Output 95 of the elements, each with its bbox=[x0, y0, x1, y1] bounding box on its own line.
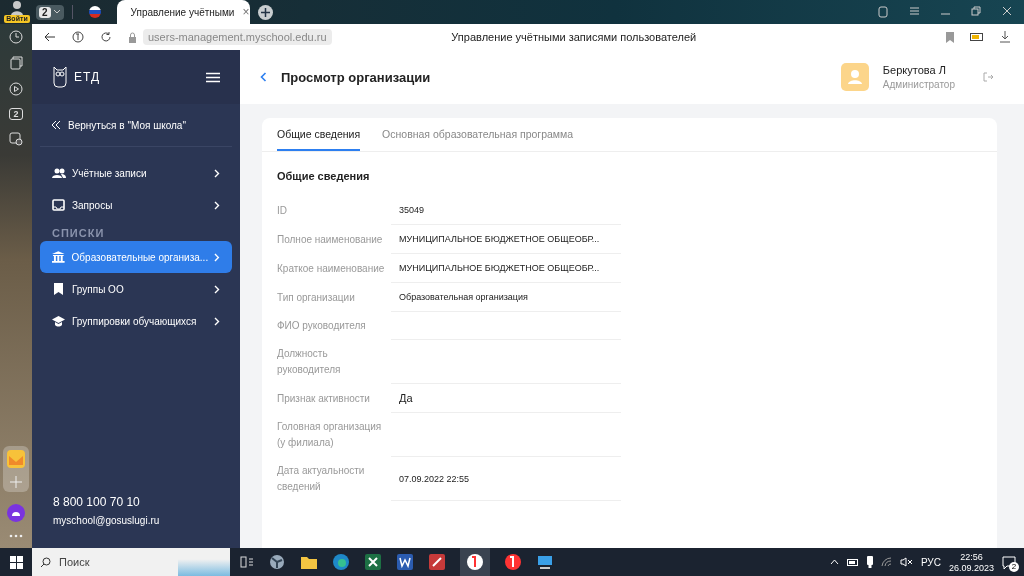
collections-icon[interactable] bbox=[878, 6, 889, 18]
search-icon bbox=[40, 556, 51, 568]
clock-date: 26.09.2023 bbox=[948, 562, 994, 573]
bank-icon bbox=[52, 251, 66, 263]
phone-number: 8 800 100 70 10 bbox=[53, 495, 141, 509]
download-icon[interactable] bbox=[1000, 31, 1010, 43]
play-icon[interactable] bbox=[9, 82, 23, 96]
tab[interactable]: Основная образовательная программа bbox=[382, 118, 574, 151]
owl-logo-icon bbox=[52, 66, 68, 88]
bookmark-icon bbox=[52, 283, 66, 295]
tab-title: Управление учётными bbox=[130, 6, 235, 18]
nav-item[interactable]: Группировки обучающихся bbox=[40, 305, 232, 337]
muted-speaker-icon[interactable] bbox=[899, 557, 913, 567]
field-value: МУНИЦИПАЛЬНОЕ БЮДЖЕТНОЕ ОБЩЕОБР... bbox=[391, 225, 621, 254]
flag-icon bbox=[88, 6, 101, 18]
back-arrow-icon[interactable] bbox=[44, 32, 56, 42]
battery-icon bbox=[970, 33, 984, 41]
field-label: Полное наименование bbox=[277, 232, 384, 247]
spreadsheet-icon[interactable] bbox=[364, 553, 382, 571]
page-title: Управление учётными записями пользователей bbox=[450, 31, 698, 43]
tab-counter[interactable]: 2 bbox=[36, 4, 64, 20]
tab-count: 2 bbox=[39, 6, 51, 18]
browser-tab[interactable]: Управление учётными × bbox=[116, 0, 250, 24]
computer-icon[interactable] bbox=[536, 553, 554, 571]
avatar-icon[interactable] bbox=[10, 0, 24, 15]
clock[interactable]: 22:56 26.09.2023 bbox=[948, 551, 994, 573]
document-icon[interactable] bbox=[396, 553, 414, 571]
field-label: ФИО руководителя bbox=[277, 319, 367, 333]
chevron-down-icon bbox=[52, 9, 61, 15]
chevron-right-icon bbox=[214, 200, 220, 210]
nav-item[interactable]: Запросы bbox=[40, 189, 232, 221]
letter-logo-icon[interactable] bbox=[504, 553, 522, 571]
bookmark-icon[interactable] bbox=[946, 31, 954, 43]
screenshot-icon[interactable] bbox=[9, 132, 23, 146]
close-icon[interactable] bbox=[1002, 6, 1012, 16]
nav-item[interactable]: Группы ОО bbox=[40, 273, 232, 305]
chevron-right-icon bbox=[214, 168, 220, 178]
notification-count: 2 bbox=[1009, 561, 1019, 572]
field-label: Должность руководителя bbox=[277, 347, 342, 377]
field-value: Образовательная организация bbox=[391, 283, 621, 312]
task-view-icon[interactable] bbox=[240, 555, 254, 569]
browser-logo-icon[interactable] bbox=[466, 553, 484, 571]
field-value: 07.09.2022 22:55 bbox=[391, 457, 621, 501]
fan-icon[interactable] bbox=[268, 553, 286, 571]
logo-text: ЕТД bbox=[74, 70, 101, 84]
section-heading: СПИСКИ bbox=[51, 226, 106, 241]
language-indicator[interactable]: РУС bbox=[920, 556, 941, 568]
page-heading: Просмотр организации bbox=[281, 69, 432, 85]
tab-count-button[interactable]: 2 bbox=[9, 108, 23, 120]
section-title: Общие сведения bbox=[276, 169, 371, 184]
user-avatar-icon bbox=[840, 63, 869, 91]
field-label: Признак активности bbox=[277, 391, 371, 406]
edge-icon[interactable] bbox=[332, 553, 350, 571]
back-chevron-icon[interactable] bbox=[260, 72, 267, 82]
pen-icon[interactable] bbox=[428, 553, 446, 571]
chevron-right-icon bbox=[214, 316, 220, 326]
windows-logo-icon[interactable] bbox=[9, 555, 23, 569]
user-name: Беркутова Л bbox=[882, 64, 947, 76]
assistant-icon[interactable] bbox=[7, 504, 25, 522]
plus-icon[interactable] bbox=[260, 7, 270, 17]
field-label: ID bbox=[277, 203, 288, 218]
clock-icon[interactable] bbox=[9, 30, 23, 44]
usb-drive-icon[interactable] bbox=[866, 556, 873, 568]
double-chevron-left-icon bbox=[52, 121, 61, 129]
field-value: 35049 bbox=[391, 196, 621, 225]
people-icon bbox=[52, 167, 66, 179]
nav-item[interactable]: Учётные записи bbox=[40, 157, 232, 189]
graduation-cap-icon bbox=[52, 315, 66, 327]
user-role: Администратор bbox=[882, 79, 955, 90]
field-value: Да bbox=[391, 384, 621, 413]
field-label: Головная организация (у филиала) bbox=[277, 420, 383, 450]
restore-icon[interactable] bbox=[971, 6, 982, 16]
battery-icon[interactable] bbox=[846, 558, 859, 566]
nav-item[interactable]: Образовательные организа... bbox=[40, 241, 232, 273]
field-value: МУНИЦИПАЛЬНОЕ БЮДЖЕТНОЕ ОБЩЕОБР... bbox=[391, 254, 621, 283]
search-placeholder: Поиск bbox=[59, 556, 90, 568]
chevron-up-icon[interactable] bbox=[829, 559, 839, 565]
field-label: Тип организации bbox=[277, 290, 356, 305]
collections-icon[interactable] bbox=[9, 56, 23, 70]
tab[interactable]: Общие сведения bbox=[277, 118, 361, 151]
chevron-right-icon bbox=[214, 284, 220, 294]
field-label: Дата актуальности сведений bbox=[277, 464, 366, 494]
search-field[interactable]: Поиск bbox=[32, 548, 230, 576]
lock-icon bbox=[128, 31, 137, 43]
field-label: Краткое наименование bbox=[277, 261, 386, 276]
close-tab-button[interactable]: × bbox=[240, 5, 252, 19]
browser-logo-icon[interactable] bbox=[72, 31, 84, 43]
reload-icon[interactable] bbox=[100, 31, 112, 43]
inbox-icon bbox=[52, 199, 66, 211]
clock-time: 22:56 bbox=[960, 551, 983, 562]
wifi-icon[interactable] bbox=[880, 557, 892, 567]
email-address: myschool@gosuslugi.ru bbox=[53, 515, 161, 526]
chevron-right-icon bbox=[214, 252, 220, 262]
back-link[interactable]: Вернуться в "Моя школа" bbox=[40, 104, 232, 147]
more-icon[interactable] bbox=[9, 534, 23, 538]
